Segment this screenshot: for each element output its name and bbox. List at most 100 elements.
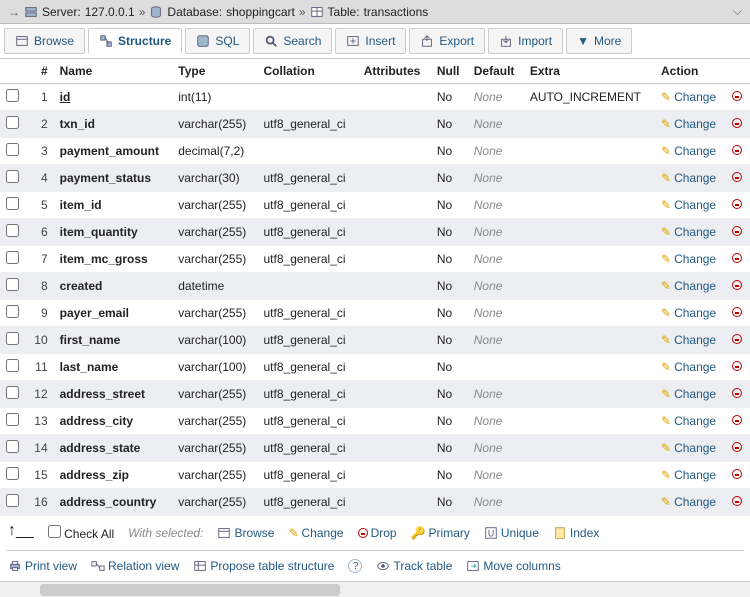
- tab-import-label: Import: [518, 34, 552, 48]
- change-action[interactable]: ✎Change: [661, 198, 716, 212]
- row-checkbox[interactable]: [6, 386, 19, 399]
- tab-insert[interactable]: Insert: [335, 28, 406, 54]
- col-name[interactable]: created: [60, 279, 103, 293]
- drop-icon[interactable]: [732, 442, 742, 452]
- change-action[interactable]: ✎Change: [661, 495, 716, 509]
- col-name[interactable]: address_country: [60, 495, 157, 509]
- row-checkbox[interactable]: [6, 170, 19, 183]
- tab-search[interactable]: Search: [253, 28, 332, 54]
- row-checkbox[interactable]: [6, 251, 19, 264]
- change-action[interactable]: ✎Change: [661, 225, 716, 239]
- horizontal-scrollbar[interactable]: [0, 581, 750, 597]
- change-action[interactable]: ✎Change: [661, 306, 716, 320]
- col-type: varchar(255): [172, 435, 257, 462]
- row-checkbox[interactable]: [6, 494, 19, 507]
- tab-browse[interactable]: Browse: [4, 28, 85, 54]
- tab-more[interactable]: ▼More: [566, 28, 632, 54]
- col-name[interactable]: item_quantity: [60, 225, 138, 239]
- change-action[interactable]: ✎Change: [661, 279, 716, 293]
- print-view[interactable]: Print view: [8, 559, 77, 573]
- col-name[interactable]: item_mc_gross: [60, 252, 148, 266]
- row-checkbox[interactable]: [6, 440, 19, 453]
- row-checkbox[interactable]: [6, 305, 19, 318]
- col-name[interactable]: first_name: [60, 333, 121, 347]
- change-action[interactable]: ✎Change: [661, 468, 716, 482]
- tab-structure[interactable]: Structure: [88, 28, 182, 54]
- change-action[interactable]: ✎Change: [661, 441, 716, 455]
- col-name[interactable]: payment_status: [60, 171, 151, 185]
- drop-icon[interactable]: [732, 172, 742, 182]
- col-name[interactable]: txn_id: [60, 117, 95, 131]
- row-checkbox[interactable]: [6, 278, 19, 291]
- col-default: None: [468, 246, 524, 273]
- relation-view[interactable]: Relation view: [91, 559, 179, 573]
- change-action[interactable]: ✎Change: [661, 90, 716, 104]
- change-action[interactable]: ✎Change: [661, 333, 716, 347]
- check-all-box[interactable]: [48, 525, 61, 538]
- col-default: None: [468, 219, 524, 246]
- col-name[interactable]: item_id: [60, 198, 102, 212]
- tab-import[interactable]: Import: [488, 28, 563, 54]
- row-checkbox[interactable]: [6, 116, 19, 129]
- drop-icon[interactable]: [732, 496, 742, 506]
- check-all-label: Check All: [64, 527, 114, 541]
- drop-icon[interactable]: [732, 415, 742, 425]
- tab-browse-label: Browse: [34, 34, 74, 48]
- bulk-browse[interactable]: Browse: [217, 526, 274, 540]
- row-checkbox[interactable]: [6, 224, 19, 237]
- row-checkbox[interactable]: [6, 143, 19, 156]
- drop-icon[interactable]: [732, 469, 742, 479]
- col-name[interactable]: address_zip: [60, 468, 129, 482]
- scrollbar-thumb[interactable]: [40, 584, 340, 596]
- change-action[interactable]: ✎Change: [661, 414, 716, 428]
- col-name[interactable]: address_street: [60, 387, 145, 401]
- drop-icon[interactable]: [732, 91, 742, 101]
- change-action[interactable]: ✎Change: [661, 360, 716, 374]
- table-link[interactable]: transactions: [364, 5, 429, 19]
- drop-icon[interactable]: [732, 388, 742, 398]
- server-link[interactable]: 127.0.0.1: [85, 5, 135, 19]
- db-link[interactable]: shoppingcart: [226, 5, 295, 19]
- propose-structure[interactable]: Propose table structure: [193, 559, 334, 573]
- drop-icon[interactable]: [732, 280, 742, 290]
- change-action[interactable]: ✎Change: [661, 387, 716, 401]
- drop-icon[interactable]: [732, 118, 742, 128]
- row-checkbox[interactable]: [6, 467, 19, 480]
- drop-icon[interactable]: [732, 361, 742, 371]
- drop-icon[interactable]: [732, 145, 742, 155]
- change-action[interactable]: ✎Change: [661, 252, 716, 266]
- col-name[interactable]: id: [60, 90, 71, 104]
- collapse-icon[interactable]: ⌵: [733, 4, 742, 19]
- col-name[interactable]: payment_amount: [60, 144, 159, 158]
- help-icon[interactable]: ?: [348, 559, 362, 573]
- change-action[interactable]: ✎Change: [661, 117, 716, 131]
- move-columns[interactable]: Move columns: [466, 559, 560, 573]
- propose-icon: [193, 559, 207, 573]
- bulk-change[interactable]: ✎Change: [288, 526, 343, 540]
- tab-export[interactable]: Export: [409, 28, 485, 54]
- drop-icon[interactable]: [732, 199, 742, 209]
- check-all[interactable]: Check All: [48, 525, 114, 541]
- row-checkbox[interactable]: [6, 197, 19, 210]
- bulk-drop[interactable]: Drop: [358, 526, 397, 540]
- drop-icon[interactable]: [732, 334, 742, 344]
- change-action[interactable]: ✎Change: [661, 171, 716, 185]
- drop-icon[interactable]: [732, 226, 742, 236]
- bulk-primary[interactable]: 🔑Primary: [411, 526, 470, 540]
- row-checkbox[interactable]: [6, 89, 19, 102]
- bulk-unique[interactable]: UUnique: [484, 526, 539, 540]
- change-action[interactable]: ✎Change: [661, 144, 716, 158]
- row-checkbox[interactable]: [6, 359, 19, 372]
- tab-sql[interactable]: SQL: [185, 28, 250, 54]
- row-checkbox[interactable]: [6, 332, 19, 345]
- col-name[interactable]: payer_email: [60, 306, 129, 320]
- track-table[interactable]: Track table: [376, 559, 452, 573]
- bulk-index[interactable]: Index: [553, 526, 599, 540]
- col-name[interactable]: address_state: [60, 441, 141, 455]
- col-name[interactable]: address_city: [60, 414, 133, 428]
- drop-icon[interactable]: [732, 307, 742, 317]
- row-checkbox[interactable]: [6, 413, 19, 426]
- col-name[interactable]: last_name: [60, 360, 119, 374]
- drop-icon[interactable]: [732, 253, 742, 263]
- col-default: None: [468, 192, 524, 219]
